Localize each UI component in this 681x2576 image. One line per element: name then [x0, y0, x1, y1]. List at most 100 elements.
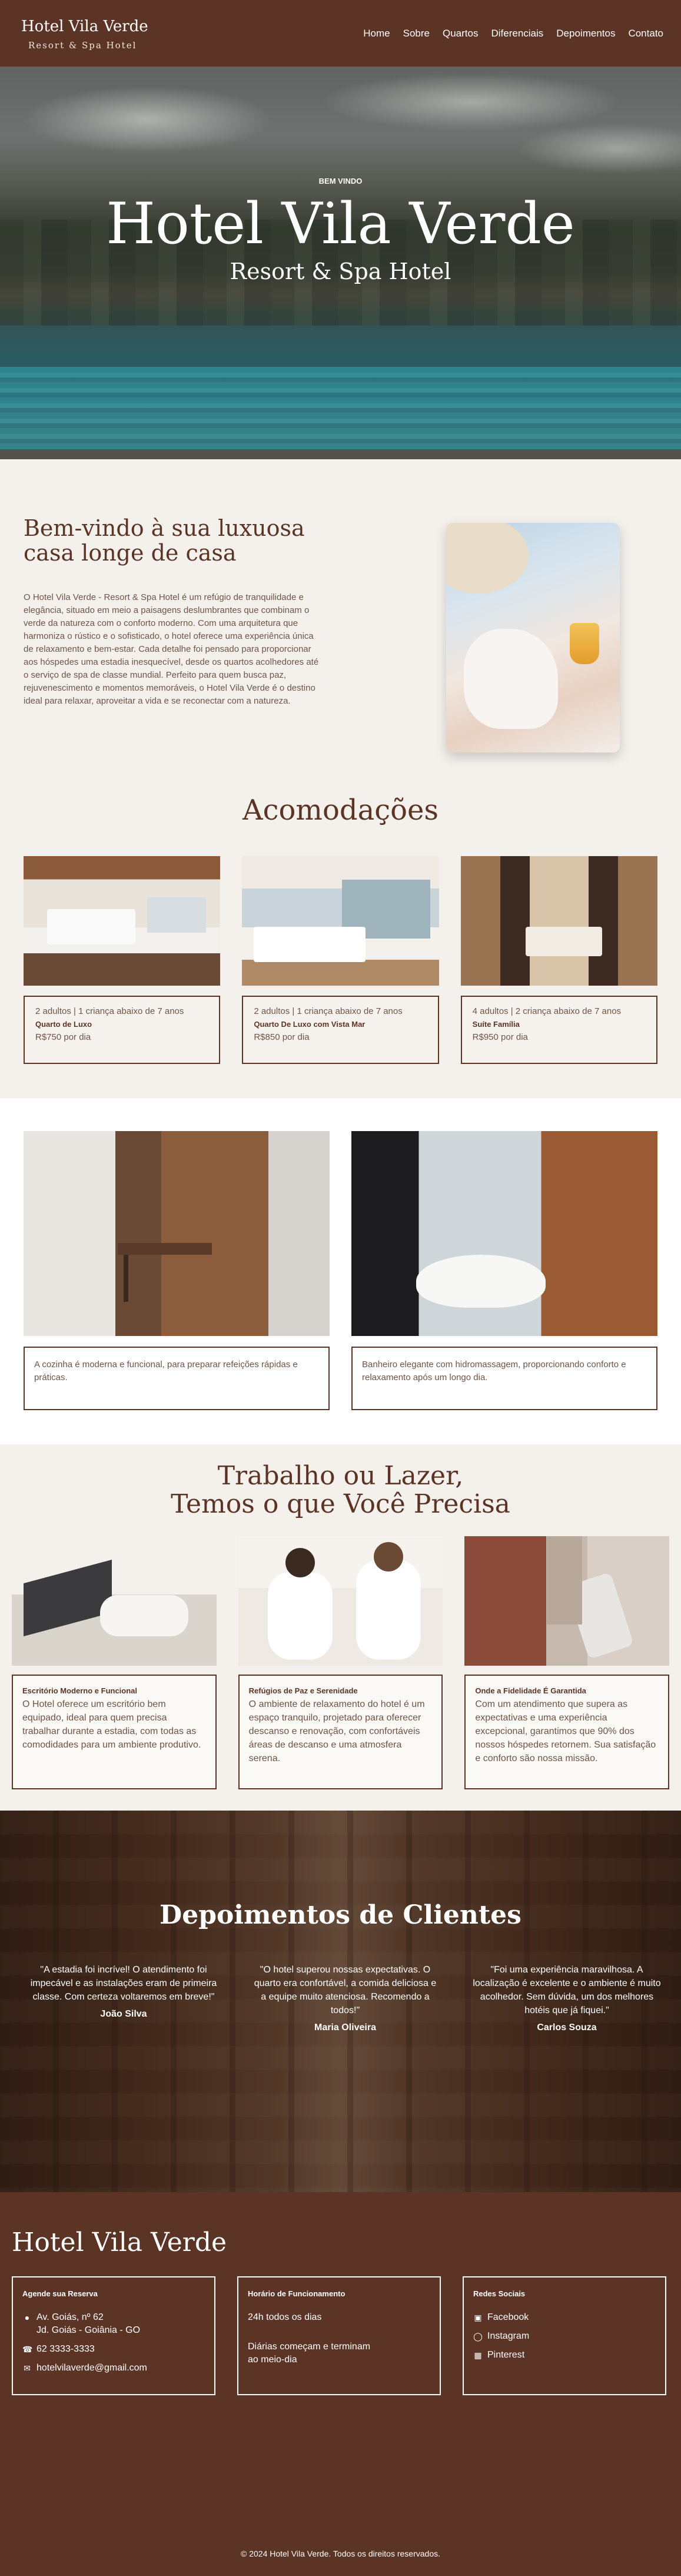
footer-grid: Agende sua Reserva ● Av. Goiás, nº 62 Jd… — [12, 2276, 669, 2395]
office-image — [12, 1536, 217, 1666]
room-price: R$850 por dia — [254, 1032, 310, 1042]
room-image — [460, 856, 657, 986]
address: ● Av. Goiás, nº 62 Jd. Goiás - Goiânia -… — [22, 2311, 205, 2337]
testimonial-author: Maria Oliveira — [314, 2023, 376, 2033]
site-header: Hotel Vila Verde Resort & Spa Hotel Home… — [0, 0, 681, 67]
room-card-vista-mar[interactable]: 2 adultos | 1 criança abaixo de 7 anos Q… — [242, 856, 439, 1064]
testimonial-author: Carlos Souza — [537, 2023, 597, 2033]
email[interactable]: ✉ hotelvilaverde@gmail.com — [22, 2362, 205, 2375]
welcome-body: O Hotel Vila Verde - Resort & Spa Hotel … — [24, 592, 319, 706]
work-item-loyalty: Onde a Fidelidade É Garantida Com um ate… — [464, 1536, 670, 1789]
spa-image — [238, 1536, 443, 1666]
hero-title: Hotel Vila Verde — [106, 191, 575, 257]
testimonial: "A estadia foi incrível! O atendimento f… — [29, 1963, 218, 2034]
nav-home[interactable]: Home — [363, 28, 390, 39]
nav-contato[interactable]: Contato — [628, 28, 663, 39]
nav-depoimentos[interactable]: Depoimentos — [556, 28, 615, 39]
room-info: 2 adultos | 1 criança abaixo de 7 anos Q… — [242, 996, 439, 1064]
room-card-suite-familia[interactable]: 4 adultos | 2 criança abaixo de 7 anos S… — [460, 856, 657, 1064]
facebook-icon: ▣ — [474, 2313, 482, 2322]
work-leisure-section: Trabalho ou Lazer, Temos o que Você Prec… — [0, 1444, 681, 1811]
envelope-icon: ✉ — [24, 2363, 31, 2373]
testimonial: "Foi uma experiência maravilhosa. A loca… — [473, 1963, 661, 2034]
nav-sobre[interactable]: Sobre — [403, 28, 430, 39]
phone[interactable]: ☎ 62 3333-3333 — [22, 2343, 205, 2356]
drink-shape — [570, 623, 599, 664]
pinterest-icon: ▦ — [474, 2350, 482, 2360]
feature-kitchen-text: A cozinha é moderna e funcional, para pr… — [24, 1347, 330, 1410]
feature-bathroom: Banheiro elegante com hidromassagem, pro… — [351, 1131, 657, 1410]
hero-subtitle: Resort & Spa Hotel — [230, 258, 451, 284]
work-grid: Escritório Moderno e Funcional O Hotel o… — [12, 1536, 670, 1789]
hours-line1: 24h todos os dias — [248, 2312, 322, 2322]
room-name: Suíte Família — [472, 1020, 520, 1029]
logo-subtitle: Resort & Spa Hotel — [28, 39, 137, 51]
hours-line2: Diárias começam e terminam ao meio-dia — [248, 2342, 371, 2365]
work-card: Onde a Fidelidade É Garantida Com um ate… — [464, 1675, 670, 1789]
room-image — [24, 856, 221, 986]
hero-kicker: BEM VINDO — [318, 177, 363, 185]
footer-hours: Horário de Funcionamento 24h todos os di… — [237, 2276, 441, 2395]
room-card-luxo[interactable]: 2 adultos | 1 criança abaixo de 7 anos Q… — [24, 856, 221, 1064]
work-card-text: Com um atendimento que supera as expecta… — [475, 1699, 656, 1763]
logo[interactable]: Hotel Vila Verde Resort & Spa Hotel — [21, 16, 148, 51]
logo-title: Hotel Vila Verde — [21, 17, 148, 35]
email-text: hotelvilaverde@gmail.com — [36, 2363, 147, 2373]
facebook-label: Facebook — [487, 2312, 529, 2322]
testimonials-section: Depoimentos de Clientes "A estadia foi i… — [0, 1811, 681, 2192]
testimonial-author: João Silva — [100, 2009, 147, 2019]
work-item-office: Escritório Moderno e Funcional O Hotel o… — [12, 1536, 217, 1789]
work-title-line1: Trabalho ou Lazer, — [217, 1461, 464, 1491]
social-pinterest[interactable]: ▦ Pinterest — [473, 2349, 656, 2362]
bathroom-image — [351, 1131, 657, 1336]
welcome-image — [446, 523, 620, 752]
work-card-title: Onde a Fidelidade É Garantida — [475, 1686, 586, 1695]
reservation-heading: Agende sua Reserva — [22, 2289, 98, 2298]
room-name: Quarto de Luxo — [35, 1020, 92, 1029]
room-price: R$750 por dia — [35, 1032, 91, 1042]
address-line1: Av. Goiás, nº 62 — [36, 2312, 104, 2322]
room-info: 4 adultos | 2 criança abaixo de 7 anos S… — [460, 996, 657, 1064]
rooms-list: 2 adultos | 1 criança abaixo de 7 anos Q… — [0, 827, 681, 1064]
instagram-label: Instagram — [487, 2331, 530, 2341]
work-card: Escritório Moderno e Funcional O Hotel o… — [12, 1675, 217, 1789]
hours-heading: Horário de Funcionamento — [248, 2289, 346, 2298]
hero-banner: BEM VINDO Hotel Vila Verde Resort & Spa … — [0, 67, 681, 459]
arm-shape — [464, 629, 558, 729]
copyright: © 2024 Hotel Vila Verde. Todos os direit… — [241, 2549, 440, 2558]
testimonials-inner: Depoimentos de Clientes "A estadia foi i… — [0, 1811, 681, 2034]
testimonial-quote: "A estadia foi incrível! O atendimento f… — [30, 1965, 217, 2002]
footer-social: Redes Sociais ▣ Facebook ◯ Instagram ▦ P… — [463, 2276, 666, 2395]
kitchen-image — [24, 1131, 330, 1336]
welcome-text: Bem-vindo à sua luxuosa casa longe de ca… — [24, 516, 324, 752]
phone-text: 62 3333-3333 — [36, 2344, 95, 2354]
features-band: A cozinha é moderna e funcional, para pr… — [0, 1098, 681, 1444]
social-heading: Redes Sociais — [473, 2289, 526, 2298]
hat-shape — [446, 523, 529, 594]
testimonial-quote: "O hotel superou nossas expectativas. O … — [254, 1965, 437, 2015]
luggage-image — [464, 1536, 670, 1666]
work-card-text: O Hotel oferece um escritório bem equipa… — [22, 1699, 201, 1750]
work-card-title: Refúgios de Paz e Serenidade — [248, 1686, 358, 1695]
room-occupancy: 2 adultos | 1 criança abaixo de 7 anos — [35, 1006, 184, 1016]
work-card-title: Escritório Moderno e Funcional — [22, 1686, 138, 1695]
feature-bathroom-text: Banheiro elegante com hidromassagem, pro… — [351, 1347, 657, 1410]
address-line2: Jd. Goiás - Goiânia - GO — [36, 2325, 141, 2335]
footer-title: Hotel Vila Verde — [12, 2227, 227, 2257]
footer-reservation: Agende sua Reserva ● Av. Goiás, nº 62 Jd… — [12, 2276, 215, 2395]
nav-quartos[interactable]: Quartos — [443, 28, 478, 39]
phone-icon: ☎ — [22, 2345, 33, 2354]
accommodations-title: Acomodações — [242, 794, 439, 827]
room-name: Quarto De Luxo com Vista Mar — [254, 1020, 366, 1029]
room-occupancy: 2 adultos | 1 criança abaixo de 7 anos — [254, 1006, 403, 1016]
testimonial: "O hotel superou nossas expectativas. O … — [251, 1963, 440, 2034]
nav-diferenciais[interactable]: Diferenciais — [491, 28, 543, 39]
testimonials-list: "A estadia foi incrível! O atendimento f… — [0, 1930, 681, 2034]
instagram-icon: ◯ — [473, 2332, 483, 2341]
social-instagram[interactable]: ◯ Instagram — [473, 2330, 656, 2343]
social-facebook[interactable]: ▣ Facebook — [473, 2311, 656, 2324]
work-item-spa: Refúgios de Paz e Serenidade O ambiente … — [238, 1536, 443, 1789]
work-card: Refúgios de Paz e Serenidade O ambiente … — [238, 1675, 443, 1789]
main-nav: Home Sobre Quartos Diferenciais Depoimen… — [363, 28, 663, 39]
testimonial-quote: "Foi uma experiência maravilhosa. A loca… — [473, 1965, 661, 2015]
